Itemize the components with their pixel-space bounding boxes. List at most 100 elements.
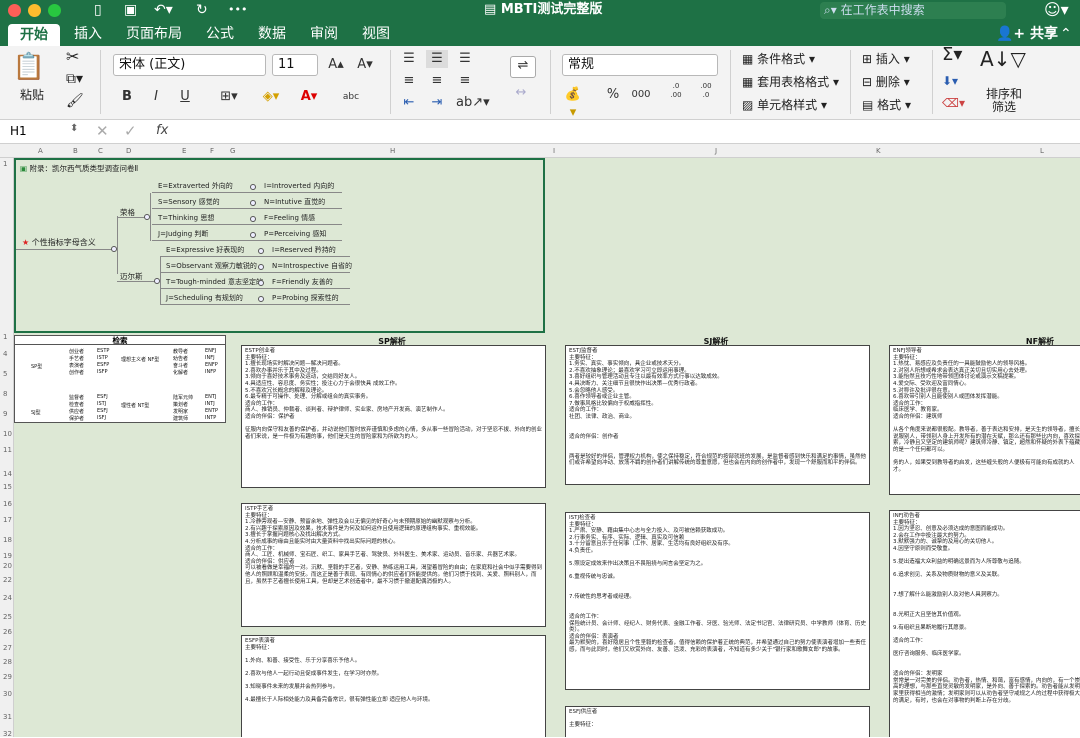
autosum-button[interactable]: Σ▾ [942, 46, 962, 64]
sp-estp-panel[interactable]: ESTP创业者 主要特征： 1.擅长现场实时解决问题—解决问题者。 2.喜欢办事… [241, 345, 546, 488]
node-handle[interactable] [250, 184, 256, 190]
table-format-button[interactable]: ▦ 套用表格格式 ▾ [742, 75, 839, 89]
percent-button[interactable]: % [602, 86, 624, 104]
node-handle[interactable] [258, 296, 264, 302]
row-header[interactable]: 16 [3, 500, 12, 508]
smiley-feedback-icon[interactable]: ☺▾ [1044, 2, 1069, 18]
node-handle[interactable] [258, 264, 264, 270]
number-format-select[interactable]: 常规 [562, 54, 718, 76]
font-color-icon[interactable]: A▾ [298, 88, 320, 106]
node-handle[interactable] [258, 280, 264, 286]
format-painter-icon[interactable]: 🖌 [66, 94, 84, 108]
node-handle[interactable] [250, 232, 256, 238]
row-header[interactable]: 20 [3, 562, 12, 570]
tab-data[interactable]: 数据 [258, 26, 286, 42]
align-right-icon[interactable]: ≡ [454, 72, 476, 90]
wrap-text-icon[interactable]: ⇌ [510, 56, 536, 78]
nf-infj-panel[interactable]: INFJ劝告者 主要特征： 1.因为坚忍、创意及必须达成的意图而能成功。 2.会… [889, 510, 1080, 737]
cancel-icon[interactable]: ✕ [96, 122, 109, 140]
col-header[interactable]: A [38, 147, 43, 155]
sp-istp-panel[interactable]: ISTP手艺者 主要特征： 1.冷静旁观者—安静、预留余地、弹性及会以无偏见的好… [241, 503, 546, 627]
borders-icon[interactable]: ⊞▾ [218, 88, 240, 106]
tab-home[interactable]: 开始 [8, 24, 60, 46]
fill-icon[interactable]: ⬇▾ [942, 74, 958, 88]
node-handle[interactable] [250, 216, 256, 222]
col-header[interactable]: D [126, 147, 131, 155]
paste-button[interactable]: 粘贴 [20, 88, 44, 102]
name-box-stepper-icon[interactable]: ⬍ [70, 123, 78, 134]
share-button[interactable]: 👤+ 共享 [996, 26, 1058, 42]
sheet-search[interactable]: ⌕▾ 在工作表中搜索 [820, 2, 1006, 19]
underline-button[interactable]: U [174, 88, 196, 106]
increase-decimal-button[interactable]: .0.00 [664, 82, 688, 106]
close-window-button[interactable] [8, 4, 21, 17]
sidebar-icon[interactable]: ▯ [94, 2, 102, 18]
sj-istj-panel[interactable]: ISTJ检查者 主要特征： 1.严肃、安静、藉由集中心志与全力投入、及可被信赖获… [565, 512, 870, 690]
col-header[interactable]: J [715, 147, 717, 155]
col-header[interactable]: C [98, 147, 103, 155]
row-header[interactable]: 30 [3, 690, 12, 698]
row-header[interactable]: 17 [3, 516, 12, 524]
tab-formulas[interactable]: 公式 [206, 26, 234, 42]
align-bottom-icon[interactable]: ☰ [454, 50, 476, 68]
row-header[interactable]: 14 [3, 470, 12, 478]
decrease-font-button[interactable]: A▾ [354, 56, 376, 74]
row-header[interactable]: 4 [3, 350, 7, 358]
collapse-ribbon-icon[interactable]: ⌃ [1060, 26, 1072, 42]
col-header[interactable]: L [1040, 147, 1044, 155]
node-handle[interactable] [250, 200, 256, 206]
italic-button[interactable]: I [145, 88, 167, 106]
align-top-icon[interactable]: ☰ [398, 50, 420, 68]
increase-font-button[interactable]: A▴ [325, 56, 347, 74]
enter-icon[interactable]: ✓ [124, 122, 137, 140]
cell-style-button[interactable]: ▨ 单元格样式 ▾ [742, 98, 827, 112]
decrease-decimal-button[interactable]: .00.0 [694, 82, 718, 106]
row-header[interactable]: 31 [3, 713, 12, 721]
clipboard-icon[interactable]: 📋 [12, 52, 46, 84]
undo-icon[interactable]: ↶▾ [154, 2, 173, 18]
merge-center-icon[interactable]: ↔ [510, 84, 532, 102]
node-handle[interactable] [258, 248, 264, 254]
col-header[interactable]: I [553, 147, 555, 155]
sort-filter-button[interactable]: 排序和 筛选 [986, 88, 1022, 114]
copy-icon[interactable]: ⧉▾ [66, 72, 83, 86]
row-header[interactable]: 29 [3, 673, 12, 681]
row-header[interactable]: 1 [3, 333, 7, 341]
tab-page-layout[interactable]: 页面布局 [126, 26, 182, 42]
worksheet-grid[interactable]: ▣ 附录：凯尔西气质类型调查问卷Ⅱ ★ 个性指标字母含义 荣格 迈尔斯 E=Ex… [14, 158, 1080, 737]
save-icon[interactable]: ▣ [124, 2, 137, 18]
row-header[interactable]: 24 [3, 594, 12, 602]
sort-filter-icon[interactable]: A↓▽ [980, 49, 1026, 69]
row-header[interactable]: 5 [3, 370, 7, 378]
redo-icon[interactable]: ↻ [196, 2, 208, 18]
function-button[interactable]: fx [156, 123, 168, 138]
col-header[interactable]: G [230, 147, 235, 155]
row-header[interactable]: 10 [3, 430, 12, 438]
tab-view[interactable]: 视图 [362, 26, 390, 42]
col-header[interactable]: K [876, 147, 881, 155]
row-header[interactable]: 1 [3, 160, 7, 168]
currency-icon[interactable]: 💰▾ [562, 86, 584, 120]
row-header[interactable]: 27 [3, 644, 12, 652]
mbti-diagram[interactable]: ▣ 附录：凯尔西气质类型调查问卷Ⅱ ★ 个性指标字母含义 荣格 迈尔斯 E=Ex… [14, 158, 545, 333]
tab-review[interactable]: 审阅 [310, 26, 338, 42]
row-header[interactable]: 28 [3, 658, 12, 666]
row-header[interactable]: 8 [3, 390, 7, 398]
font-name-select[interactable]: 宋体 (正文) [113, 54, 266, 76]
delete-cells-button[interactable]: ⊟ 删除 ▾ [862, 75, 910, 89]
col-header[interactable]: E [182, 147, 186, 155]
decrease-indent-icon[interactable]: ⇤ [398, 94, 420, 112]
bold-button[interactable]: B [116, 88, 138, 106]
comma-style-button[interactable]: 000 [630, 86, 652, 104]
row-header[interactable]: 9 [3, 410, 7, 418]
row-header[interactable]: 26 [3, 628, 12, 636]
row-header[interactable]: 18 [3, 536, 12, 544]
align-middle-icon[interactable]: ☰ [426, 50, 448, 68]
formula-input[interactable] [180, 122, 1080, 142]
sj-esfj-panel[interactable]: ESFJ供应者 主要特征： [565, 706, 870, 737]
font-size-select[interactable]: 11 [272, 54, 318, 76]
name-box[interactable]: H1 [10, 124, 27, 138]
col-header[interactable]: B [73, 147, 78, 155]
sp-esfp-panel[interactable]: ESFP表演者 主要特征： 1.外向、和善、接受性、乐于分享喜乐予他人。 2.喜… [241, 635, 546, 737]
align-left-icon[interactable]: ≡ [398, 72, 420, 90]
